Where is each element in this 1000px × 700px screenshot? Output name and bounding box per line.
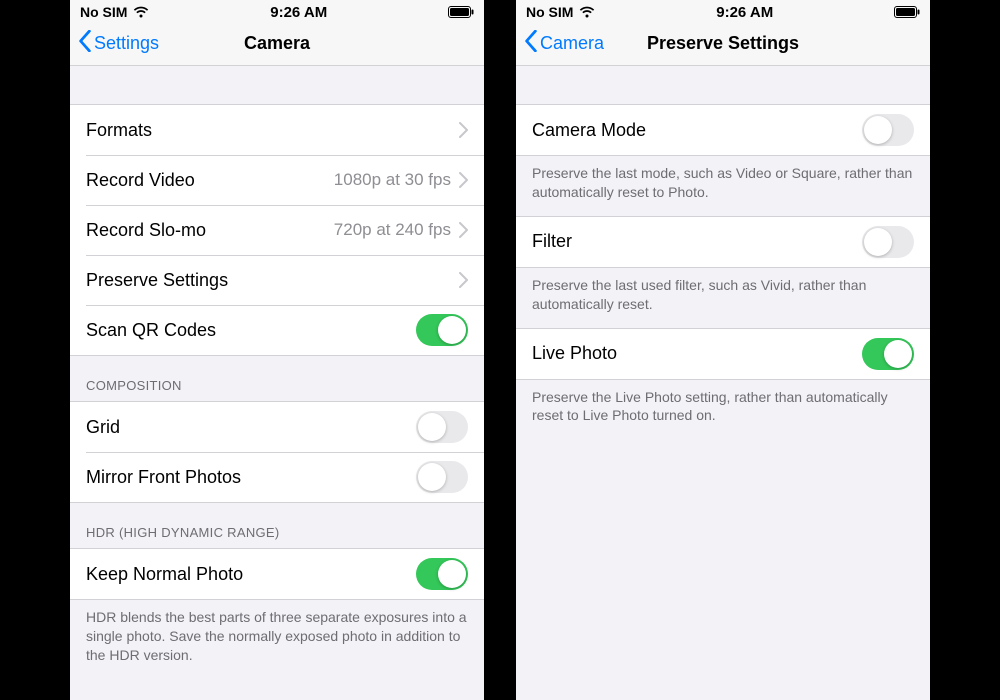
camera-mode-toggle[interactable] xyxy=(862,114,914,146)
filter-toggle[interactable] xyxy=(862,226,914,258)
group-hdr: Keep Normal Photo xyxy=(70,548,484,600)
cell-label: Camera Mode xyxy=(532,120,862,141)
footer-camera-mode: Preserve the last mode, such as Video or… xyxy=(516,156,930,216)
mirror-front-toggle[interactable] xyxy=(416,461,468,493)
right-screen: No SIM 9:26 AM Camera Preserve Settings … xyxy=(516,0,930,700)
chevron-right-icon xyxy=(459,122,468,138)
nav-header: Settings Camera xyxy=(70,22,484,66)
row-keep-normal-photo: Keep Normal Photo xyxy=(70,549,484,599)
cell-label: Live Photo xyxy=(532,343,862,364)
chevron-left-icon xyxy=(524,30,538,57)
cell-label: Record Video xyxy=(86,170,334,191)
row-scan-qr: Scan QR Codes xyxy=(70,305,484,355)
section-header-hdr: HDR (HIGH DYNAMIC RANGE) xyxy=(70,503,484,548)
group-live-photo: Live Photo xyxy=(516,328,930,380)
back-label: Camera xyxy=(540,33,604,54)
keep-normal-toggle[interactable] xyxy=(416,558,468,590)
wifi-icon xyxy=(579,6,595,18)
group-composition: Grid Mirror Front Photos xyxy=(70,401,484,503)
back-button[interactable]: Camera xyxy=(524,30,604,57)
back-label: Settings xyxy=(94,33,159,54)
status-bar: No SIM 9:26 AM xyxy=(516,0,930,22)
cell-label: Preserve Settings xyxy=(86,270,459,291)
cell-label: Keep Normal Photo xyxy=(86,564,416,585)
row-record-video[interactable]: Record Video 1080p at 30 fps xyxy=(70,155,484,205)
cell-label: Record Slo-mo xyxy=(86,220,334,241)
carrier-text: No SIM xyxy=(526,4,573,20)
grid-toggle[interactable] xyxy=(416,411,468,443)
clock-text: 9:26 AM xyxy=(716,4,773,21)
chevron-right-icon xyxy=(459,172,468,188)
cell-label: Grid xyxy=(86,417,416,438)
battery-icon xyxy=(894,6,920,18)
chevron-right-icon xyxy=(459,272,468,288)
cell-value: 720p at 240 fps xyxy=(334,220,451,240)
cell-label: Mirror Front Photos xyxy=(86,467,416,488)
row-live-photo: Live Photo xyxy=(516,329,930,379)
clock-text: 9:26 AM xyxy=(270,4,327,21)
left-screen: No SIM 9:26 AM Settings Camera Formats xyxy=(70,0,484,700)
cell-label: Formats xyxy=(86,120,459,141)
section-footer-hdr: HDR blends the best parts of three separ… xyxy=(70,600,484,679)
cell-label: Scan QR Codes xyxy=(86,320,416,341)
chevron-right-icon xyxy=(459,222,468,238)
row-preserve-settings[interactable]: Preserve Settings xyxy=(70,255,484,305)
cell-label: Filter xyxy=(532,231,862,252)
row-mirror-front: Mirror Front Photos xyxy=(70,452,484,502)
back-button[interactable]: Settings xyxy=(78,30,159,57)
nav-header: Camera Preserve Settings xyxy=(516,22,930,66)
battery-icon xyxy=(448,6,474,18)
live-photo-toggle[interactable] xyxy=(862,338,914,370)
cell-value: 1080p at 30 fps xyxy=(334,170,451,190)
row-filter: Filter xyxy=(516,217,930,267)
group-camera-mode: Camera Mode xyxy=(516,104,930,156)
footer-filter: Preserve the last used filter, such as V… xyxy=(516,268,930,328)
section-header-composition: COMPOSITION xyxy=(70,356,484,401)
row-grid: Grid xyxy=(70,402,484,452)
footer-live-photo: Preserve the Live Photo setting, rather … xyxy=(516,380,930,440)
row-camera-mode: Camera Mode xyxy=(516,105,930,155)
row-formats[interactable]: Formats xyxy=(70,105,484,155)
carrier-text: No SIM xyxy=(80,4,127,20)
group-main: Formats Record Video 1080p at 30 fps Rec… xyxy=(70,104,484,356)
chevron-left-icon xyxy=(78,30,92,57)
settings-content: Formats Record Video 1080p at 30 fps Rec… xyxy=(70,66,484,700)
scan-qr-toggle[interactable] xyxy=(416,314,468,346)
group-filter: Filter xyxy=(516,216,930,268)
wifi-icon xyxy=(133,6,149,18)
row-record-slomo[interactable]: Record Slo-mo 720p at 240 fps xyxy=(70,205,484,255)
status-bar: No SIM 9:26 AM xyxy=(70,0,484,22)
settings-content: Camera Mode Preserve the last mode, such… xyxy=(516,66,930,700)
